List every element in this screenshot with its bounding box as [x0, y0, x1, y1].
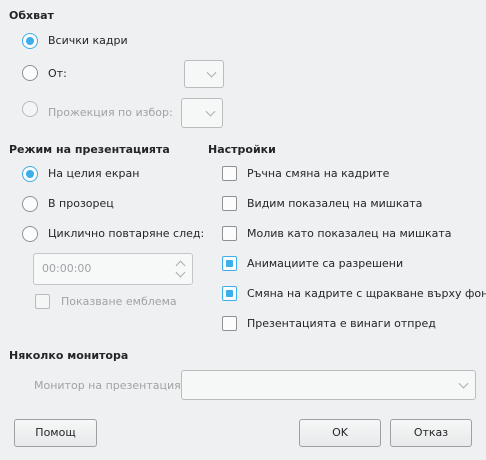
- show-logo-label: Показване емблема: [61, 295, 177, 308]
- custom-show-radio[interactable]: [22, 101, 38, 117]
- multiple-monitors-heading: Няколко монитора: [9, 349, 129, 362]
- all-slides-label: Всички кадри: [48, 34, 128, 47]
- presentation-mode-heading: Режим на презентацията: [9, 143, 170, 156]
- settings-item-label: Презентацията е винаги отпред: [247, 317, 436, 330]
- settings-heading: Настройки: [208, 143, 276, 156]
- loop-label: Циклично повтаряне след:: [48, 227, 205, 240]
- chevron-down-icon: [206, 67, 217, 78]
- show-logo-checkbox[interactable]: [35, 294, 50, 309]
- all-slides-radio[interactable]: [22, 33, 38, 49]
- presentation-monitor-label: Монитор на презентацията: [34, 379, 194, 392]
- settings-item-label: Ръчна смяна на кадрите: [247, 167, 390, 180]
- always-on-top-checkbox[interactable]: [222, 316, 237, 331]
- from-label: От:: [48, 67, 67, 80]
- settings-item-label: Молив като показалец на мишката: [247, 227, 452, 240]
- presentation-monitor-combo[interactable]: [181, 370, 476, 400]
- custom-show-combo[interactable]: [181, 98, 223, 128]
- change-slide-on-click-checkbox[interactable]: [222, 286, 237, 301]
- animations-allowed-checkbox[interactable]: [222, 256, 237, 271]
- settings-item-label: Смяна на кадрите с щракване върху фона: [247, 287, 486, 300]
- scope-heading: Обхват: [9, 9, 54, 22]
- window-label: В прозорец: [48, 197, 114, 210]
- cancel-button[interactable]: Отказ: [390, 419, 472, 447]
- window-radio[interactable]: [22, 196, 38, 212]
- custom-show-label: Прожекция по избор:: [48, 106, 173, 119]
- settings-item-label: Видим показалец на мишката: [247, 197, 423, 210]
- from-slide-combo[interactable]: [184, 60, 224, 88]
- loop-radio[interactable]: [22, 226, 38, 242]
- chevron-down-icon: [205, 106, 216, 117]
- loop-time-value: 00:00:00: [42, 262, 92, 275]
- fullscreen-radio[interactable]: [22, 166, 38, 182]
- manual-slide-change-checkbox[interactable]: [222, 166, 237, 181]
- from-radio[interactable]: [22, 65, 38, 81]
- mouse-pointer-visible-checkbox[interactable]: [222, 196, 237, 211]
- pen-as-pointer-checkbox[interactable]: [222, 226, 237, 241]
- loop-time-spinbox[interactable]: 00:00:00: [33, 253, 193, 285]
- chevron-down-icon: [458, 378, 469, 389]
- chevron-down-icon[interactable]: [175, 267, 186, 278]
- ok-button[interactable]: OK: [299, 419, 381, 447]
- settings-item-label: Анимациите са разрешени: [247, 257, 404, 270]
- fullscreen-label: На целия екран: [48, 167, 140, 180]
- help-button[interactable]: Помощ: [14, 419, 97, 447]
